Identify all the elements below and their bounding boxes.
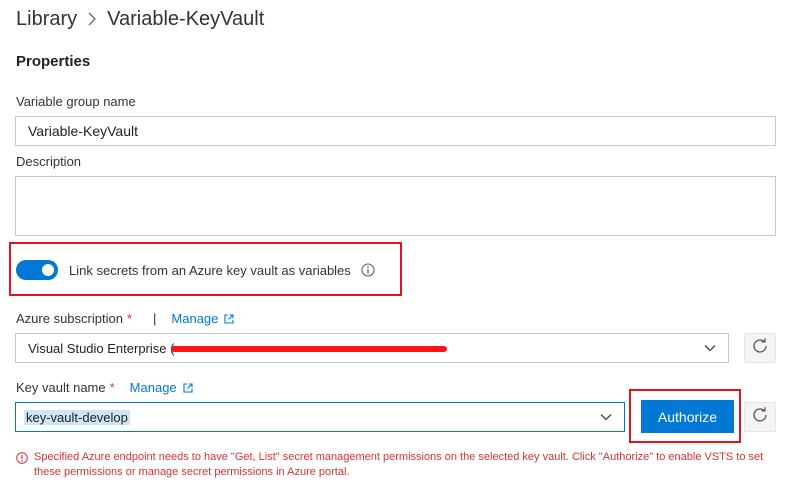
breadcrumb: Library Variable-KeyVault [16, 4, 264, 34]
key-vault-name-label: Key vault name [16, 380, 106, 395]
refresh-key-vault-button[interactable] [744, 402, 776, 432]
key-vault-value-wrap: key-vault-develop [24, 409, 592, 425]
redaction-mark [171, 346, 447, 352]
chevron-down-icon [600, 413, 612, 421]
manage-subscription-link[interactable]: Manage [171, 311, 234, 326]
external-link-icon [224, 313, 234, 324]
error-icon [16, 452, 28, 480]
azure-subscription-label: Azure subscription [16, 311, 123, 326]
link-secrets-label: Link secrets from an Azure key vault as … [69, 262, 351, 278]
manage-key-vault-link[interactable]: Manage [130, 380, 193, 395]
variable-group-name-value: Variable-KeyVault [28, 123, 138, 139]
required-asterisk: * [126, 311, 133, 326]
variable-group-name-label: Variable group name [16, 94, 136, 109]
info-icon[interactable] [361, 263, 375, 277]
variable-group-name-input[interactable]: Variable-KeyVault [15, 116, 776, 146]
key-vault-dropdown[interactable]: key-vault-develop [15, 402, 625, 432]
toggle-knob [42, 264, 54, 276]
properties-heading: Properties [16, 53, 91, 70]
description-label: Description [16, 154, 82, 169]
manage-key-vault-label: Manage [129, 380, 177, 395]
chevron-down-icon [704, 344, 716, 352]
link-secrets-row: Link secrets from an Azure key vault as … [16, 260, 375, 280]
key-vault-value: key-vault-develop [24, 409, 130, 425]
breadcrumb-library-link[interactable]: Library [16, 8, 77, 31]
external-link-icon [183, 382, 193, 393]
description-textarea[interactable] [15, 176, 776, 236]
manage-subscription-label: Manage [171, 311, 219, 326]
refresh-icon [751, 337, 769, 360]
permission-error-message: Specified Azure endpoint needs to have "… [16, 450, 786, 480]
key-vault-label-row: Key vault name * Manage [16, 380, 193, 395]
azure-subscription-label-row: Azure subscription * | Manage [16, 311, 234, 326]
error-text: Specified Azure endpoint needs to have "… [34, 451, 764, 478]
chevron-right-icon [87, 11, 97, 27]
link-secrets-toggle[interactable] [16, 260, 58, 280]
breadcrumb-current: Variable-KeyVault [107, 7, 265, 30]
refresh-subscription-button[interactable] [744, 333, 776, 363]
required-asterisk: * [109, 380, 115, 395]
authorize-button[interactable]: Authorize [641, 400, 734, 433]
refresh-icon [751, 406, 769, 429]
label-separator: | [153, 311, 157, 326]
